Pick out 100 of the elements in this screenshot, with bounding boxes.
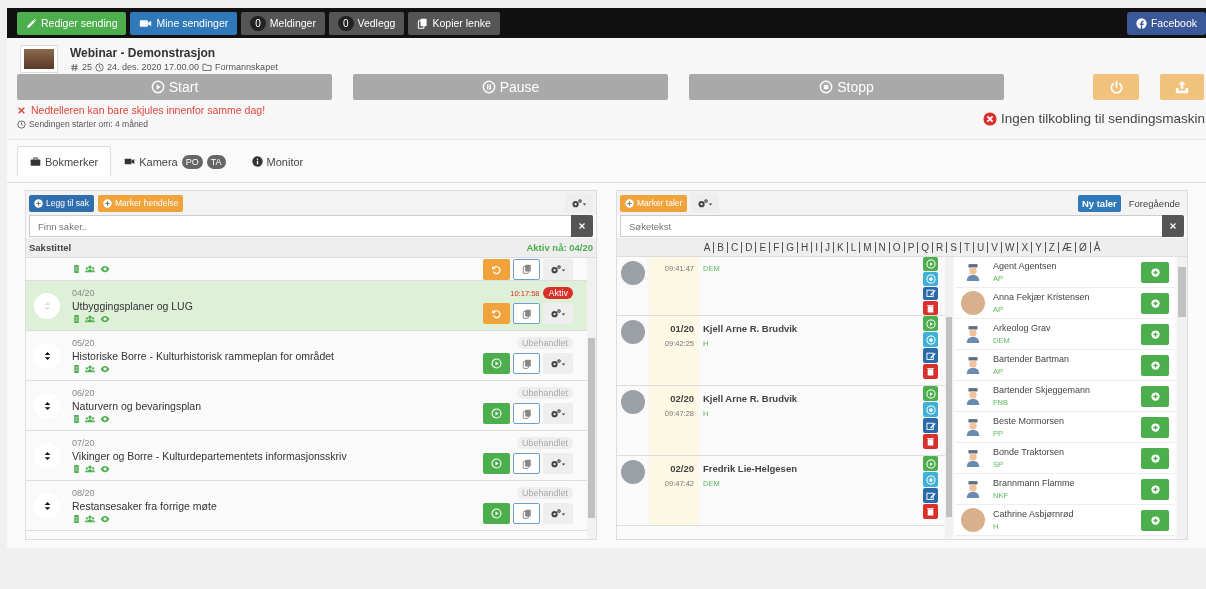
- edit-button[interactable]: [923, 418, 938, 433]
- letter-link[interactable]: G: [782, 241, 797, 253]
- cogs-icon: [571, 197, 587, 209]
- mode-toggle[interactable]: Ny taler: [1077, 194, 1121, 212]
- person-figure-icon: [964, 324, 982, 344]
- toolbar-button[interactable]: Mine sendinger: [130, 11, 238, 35]
- add-speaker-button[interactable]: [1141, 509, 1169, 531]
- letter-link[interactable]: F: [769, 241, 783, 253]
- letter-link[interactable]: D: [741, 241, 756, 253]
- letter-link[interactable]: Ø: [1074, 241, 1090, 253]
- toolbar-button[interactable]: Kopier lenke: [408, 11, 500, 35]
- delete-button[interactable]: [923, 301, 938, 315]
- letter-link[interactable]: B: [713, 241, 727, 253]
- copy-button[interactable]: [513, 353, 540, 374]
- copy-button[interactable]: [513, 453, 540, 474]
- play-button[interactable]: [923, 257, 938, 271]
- play-button[interactable]: [483, 353, 510, 374]
- settings-dropdown[interactable]: [543, 403, 573, 424]
- letter-link[interactable]: X: [1017, 241, 1032, 253]
- play-button[interactable]: [483, 403, 510, 424]
- letter-link[interactable]: V: [987, 241, 1001, 253]
- drag-handle[interactable]: [34, 342, 60, 369]
- eye-icon: [99, 363, 111, 374]
- edit-button[interactable]: [923, 348, 938, 363]
- settings-dropdown[interactable]: [543, 503, 573, 524]
- settings-dropdown[interactable]: [543, 303, 573, 324]
- add-speaker-button[interactable]: [1141, 354, 1169, 376]
- tab[interactable]: Kamera PO TA: [111, 146, 239, 176]
- letter-link[interactable]: W: [1001, 241, 1018, 253]
- facebook-button[interactable]: Facebook: [1126, 11, 1206, 35]
- play-button[interactable]: [923, 316, 938, 331]
- letter-link[interactable]: N: [874, 241, 889, 253]
- plus-circle-icon: [1149, 297, 1161, 309]
- record-button[interactable]: [923, 271, 938, 286]
- drag-handle[interactable]: [34, 442, 60, 469]
- letter-link[interactable]: H: [797, 241, 812, 253]
- play-button[interactable]: [923, 386, 938, 401]
- search-field[interactable]: Søketekst: [620, 215, 1162, 237]
- edit-button[interactable]: [923, 488, 938, 503]
- letter-link[interactable]: M: [859, 241, 875, 253]
- letter-link[interactable]: K: [833, 241, 847, 253]
- mode-toggle[interactable]: Foregående: [1124, 194, 1184, 212]
- undo-button[interactable]: [483, 303, 510, 324]
- letter-link[interactable]: S: [946, 241, 960, 253]
- record-button[interactable]: [923, 472, 938, 487]
- letter-link[interactable]: A: [700, 241, 714, 253]
- clear-button[interactable]: [1162, 215, 1184, 237]
- settings-dropdown[interactable]: [543, 453, 573, 474]
- copy-button[interactable]: [513, 503, 540, 524]
- copy-button[interactable]: [513, 303, 540, 324]
- letter-link[interactable]: Æ: [1057, 241, 1075, 253]
- settings-dropdown[interactable]: [543, 258, 573, 280]
- search-field[interactable]: Finn saker..: [29, 215, 571, 237]
- letter-link[interactable]: L: [846, 241, 860, 253]
- letter-link[interactable]: Y: [1031, 241, 1045, 253]
- record-button[interactable]: [923, 402, 938, 417]
- clear-button[interactable]: [571, 215, 593, 237]
- copy-button[interactable]: [513, 403, 540, 424]
- delete-button[interactable]: [923, 434, 938, 449]
- play-button[interactable]: [483, 453, 510, 474]
- settings-dropdown[interactable]: [565, 193, 593, 213]
- add-speaker-button[interactable]: [1141, 416, 1169, 438]
- drag-handle[interactable]: [34, 492, 60, 519]
- toolbar-button[interactable]: 0 Vedlegg: [328, 11, 405, 35]
- add-speaker-button[interactable]: [1141, 323, 1169, 345]
- drag-handle[interactable]: [34, 392, 60, 419]
- drag-handle[interactable]: [34, 292, 60, 319]
- letter-link[interactable]: J: [821, 241, 834, 253]
- edit-button[interactable]: [923, 286, 938, 301]
- record-button[interactable]: [923, 332, 938, 347]
- letter-link[interactable]: O: [888, 241, 904, 253]
- toolbar-button[interactable]: 0 Meldinger: [241, 11, 325, 35]
- letter-link[interactable]: Z: [1044, 241, 1058, 253]
- add-speaker-button[interactable]: [1141, 385, 1169, 407]
- delete-button[interactable]: [923, 364, 938, 379]
- tab[interactable]: Monitor: [238, 146, 317, 176]
- letter-link[interactable]: P: [903, 241, 918, 253]
- letter-link[interactable]: E: [755, 241, 770, 253]
- item-title: Utbyggingsplaner og LUG: [72, 299, 194, 312]
- letter-link[interactable]: I: [811, 241, 822, 253]
- add-speaker-button[interactable]: [1141, 447, 1169, 469]
- letter-link[interactable]: R: [932, 241, 947, 253]
- letter-link[interactable]: Q: [917, 241, 933, 253]
- add-speaker-button[interactable]: [1141, 261, 1169, 283]
- settings-dropdown[interactable]: [543, 353, 573, 374]
- letter-link[interactable]: T: [960, 241, 974, 253]
- tab[interactable]: Bokmerker: [17, 146, 112, 176]
- letter-link[interactable]: Å: [1089, 241, 1104, 253]
- add-speaker-button[interactable]: [1141, 478, 1169, 500]
- cogs-icon: [550, 358, 566, 369]
- letter-link[interactable]: C: [727, 241, 742, 253]
- play-button[interactable]: [923, 456, 938, 471]
- delete-button[interactable]: [923, 504, 938, 519]
- undo-button[interactable]: [483, 258, 510, 280]
- play-button[interactable]: [483, 503, 510, 524]
- add-item-button[interactable]: Legg til sak: [29, 194, 94, 212]
- person-name: Bartender Skjeggemann: [993, 385, 1092, 395]
- letter-link[interactable]: U: [973, 241, 988, 253]
- add-speaker-button[interactable]: [1141, 292, 1169, 314]
- settings-dropdown[interactable]: [691, 193, 720, 213]
